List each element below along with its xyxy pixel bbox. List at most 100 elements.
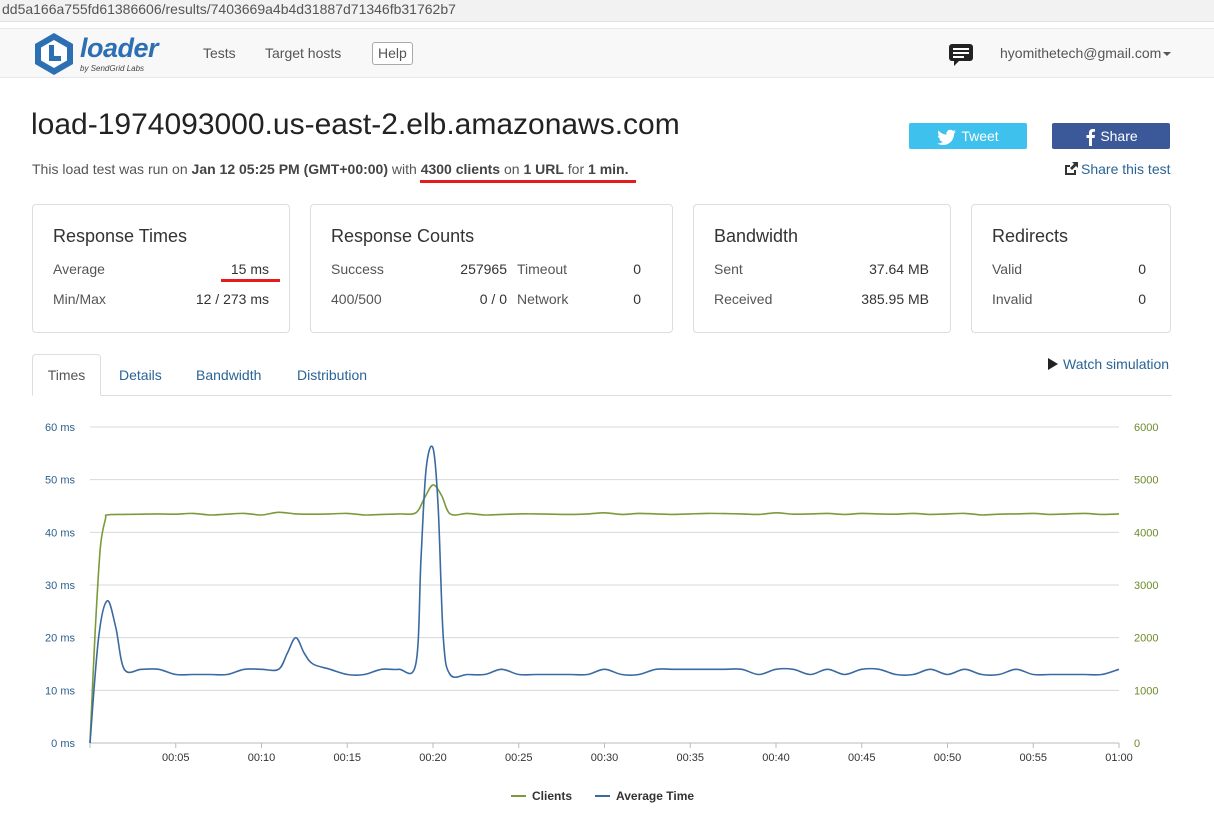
x-tick-label: 00:05: [162, 752, 190, 764]
panel-title: Bandwidth: [714, 226, 799, 246]
chart-series: [89, 445, 1120, 744]
error-value: 0 / 0: [479, 291, 507, 307]
share-external-icon: [1065, 162, 1078, 175]
twitter-icon: [937, 130, 957, 146]
valid-value: 0: [1138, 261, 1146, 277]
summary-with: with: [391, 161, 417, 177]
y-right-tick-label: 3000: [1134, 580, 1158, 592]
chart-grid: [90, 426, 1119, 744]
sent-value: 37.64 MB: [869, 261, 929, 277]
panel-title: Redirects: [992, 226, 1069, 246]
logo[interactable]: loader by SendGrid Labs: [32, 31, 172, 77]
redirects-panel: Redirects Valid 0 Invalid 0: [971, 204, 1171, 333]
minmax-value: 12 / 273 ms: [195, 291, 269, 307]
response-counts-panel: Response Counts Success 257965 Timeout 0…: [310, 204, 673, 333]
nav-target-hosts[interactable]: Target hosts: [265, 45, 341, 61]
test-summary: This load test was run on Jan 12 05:25 P…: [32, 161, 629, 177]
y-right-tick-label: 1000: [1134, 685, 1158, 697]
summary-duration: 1 min.: [588, 161, 629, 177]
chart-ticks: 60 ms 6000 50 ms 5000 40 ms 4000 30 ms 3000 20 m…: [45, 422, 1158, 764]
x-tick-label: 00:20: [419, 752, 447, 764]
user-menu[interactable]: hyomithetech@gmail.com: [1000, 45, 1172, 61]
watch-simulation-link[interactable]: Watch simulation: [1047, 356, 1169, 372]
average-highlight-underline: [221, 279, 280, 282]
panel-title: Response Counts: [331, 226, 475, 246]
summary-clients: 4300 clients: [420, 161, 501, 177]
chevron-down-icon: [1163, 52, 1172, 57]
average-value: 15 ms: [230, 261, 269, 277]
chart-legend: Clients Average Time: [511, 789, 694, 803]
legend-label: Clients: [532, 789, 572, 803]
x-tick-label: 00:50: [934, 752, 962, 764]
page-title: load-1974093000.us-east-2.elb.amazonaws.…: [31, 108, 680, 141]
x-tick-label: 00:15: [333, 752, 361, 764]
y-right-tick-label: 5000: [1134, 475, 1158, 487]
y-right-tick-label: 4000: [1134, 527, 1158, 539]
share-test-link[interactable]: Share this test: [1064, 161, 1171, 177]
user-email: hyomithetech@gmail.com: [1000, 45, 1162, 61]
clients-series-line: [89, 484, 1120, 744]
minmax-label: Min/Max: [53, 291, 106, 307]
address-bar[interactable]: dd5a166a755fd61386606/results/7403669a4b…: [0, 0, 1214, 22]
summary-prefix: This load test was run on: [32, 161, 188, 177]
chat-icon[interactable]: [948, 43, 974, 67]
watch-simulation-label: Watch simulation: [1063, 356, 1170, 372]
summary-on: on: [503, 161, 520, 177]
error-label: 400/500: [331, 291, 382, 307]
received-label: Received: [714, 291, 773, 307]
tab-bandwidth[interactable]: Bandwidth: [196, 367, 261, 383]
y-left-tick-label: 10 ms: [45, 685, 75, 697]
x-tick-label: 00:30: [591, 752, 619, 764]
top-navbar: loader by SendGrid Labs Tests Target hos…: [0, 28, 1214, 78]
summary-date: Jan 12 05:25 PM (GMT+00:00): [191, 161, 389, 177]
share-test-label: Share this test: [1081, 161, 1171, 177]
y-right-tick-label: 2000: [1134, 633, 1158, 645]
nav-help-button[interactable]: Help: [372, 42, 413, 65]
x-tick-label: 00:40: [762, 752, 790, 764]
success-label: Success: [331, 261, 384, 277]
legend-label: Average Time: [616, 789, 694, 803]
network-label: Network: [517, 291, 569, 307]
y-left-tick-label: 40 ms: [45, 527, 75, 539]
logo-text: loader: [80, 33, 159, 63]
invalid-value: 0: [1138, 291, 1146, 307]
tab-distribution[interactable]: Distribution: [297, 367, 367, 383]
tabs-divider: [32, 395, 1172, 396]
loader-logo-icon: [35, 33, 73, 75]
tweet-label: Tweet: [961, 128, 999, 144]
timeout-value: 0: [633, 261, 641, 277]
network-value: 0: [633, 291, 641, 307]
y-left-tick-label: 60 ms: [45, 422, 75, 434]
panel-title: Response Times: [53, 226, 188, 246]
x-tick-label: 00:25: [505, 752, 533, 764]
received-value: 385.95 MB: [861, 291, 929, 307]
y-left-tick-label: 0 ms: [51, 738, 75, 750]
bandwidth-panel: Bandwidth Sent 37.64 MB Received 385.95 …: [693, 204, 951, 333]
nav-tests[interactable]: Tests: [203, 45, 236, 61]
x-tick-label: 00:10: [248, 752, 276, 764]
play-icon: [1048, 358, 1058, 370]
tweet-button[interactable]: Tweet: [909, 123, 1027, 149]
tab-details[interactable]: Details: [119, 367, 162, 383]
times-chart: 60 ms 6000 50 ms 5000 40 ms 4000 30 ms 3000 20 m…: [45, 422, 1158, 803]
address-bar-url: dd5a166a755fd61386606/results/7403669a4b…: [2, 1, 456, 17]
timeout-label: Timeout: [517, 261, 568, 277]
response-times-panel: Response Times Average 15 ms Min/Max 12 …: [32, 204, 290, 333]
summary-urls: 1 URL: [523, 161, 564, 177]
x-tick-label: 00:55: [1019, 752, 1047, 764]
sent-label: Sent: [714, 261, 743, 277]
facebook-share-button[interactable]: Share: [1052, 123, 1170, 149]
average-time-series-line: [89, 445, 1120, 744]
tab-times[interactable]: Times: [32, 354, 101, 396]
y-right-tick-label: 6000: [1134, 422, 1158, 434]
valid-label: Valid: [992, 261, 1023, 277]
y-left-tick-label: 50 ms: [45, 475, 75, 487]
y-left-tick-label: 20 ms: [45, 633, 75, 645]
logo-subtext: by SendGrid Labs: [80, 64, 145, 73]
invalid-label: Invalid: [992, 291, 1033, 307]
average-label: Average: [53, 261, 105, 277]
x-tick-label: 01:00: [1105, 752, 1133, 764]
highlight-underline: [420, 180, 636, 183]
x-tick-label: 00:45: [848, 752, 876, 764]
y-right-tick-label: 0: [1134, 738, 1140, 750]
